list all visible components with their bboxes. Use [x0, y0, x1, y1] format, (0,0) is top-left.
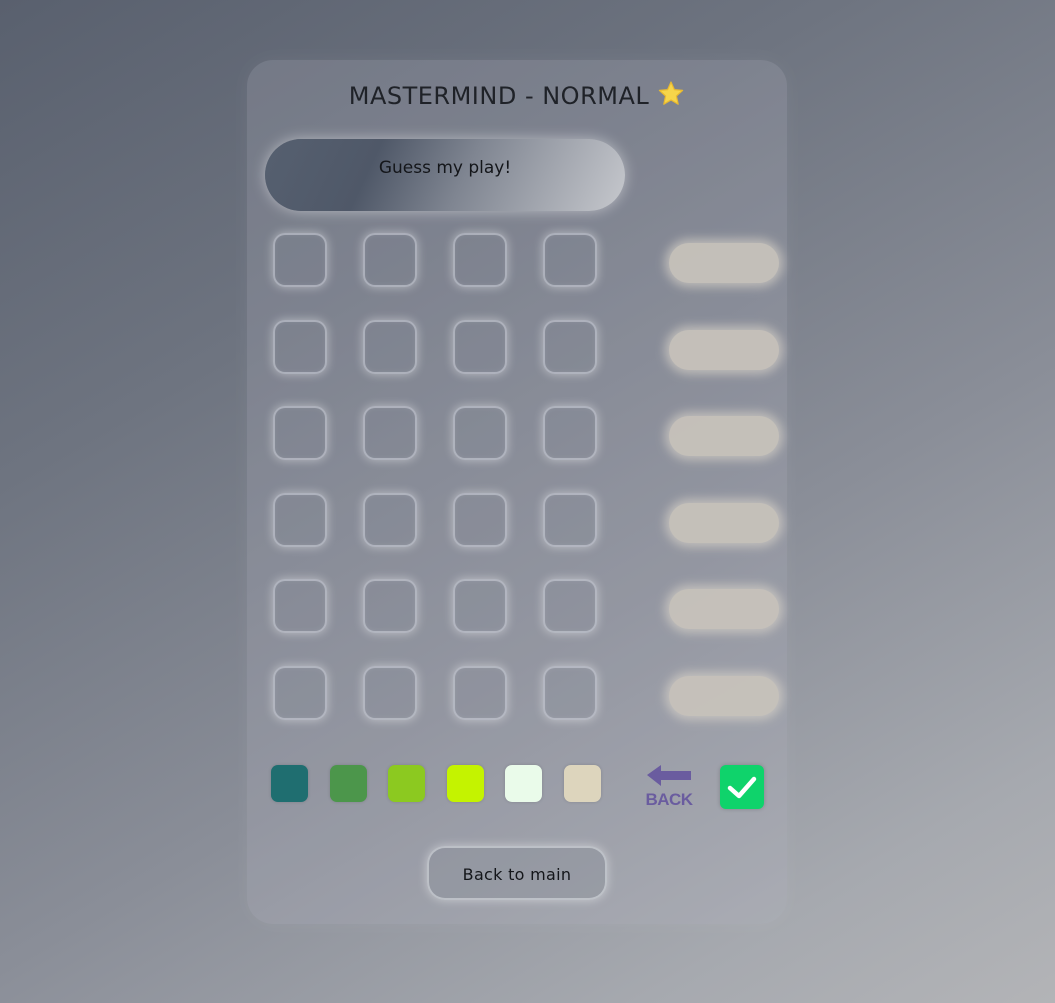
- guess-slot[interactable]: [273, 406, 327, 460]
- confirm-button[interactable]: [720, 765, 764, 809]
- game-panel: MASTERMIND - NORMAL Guess my play! BACK …: [247, 60, 787, 924]
- guess-slot[interactable]: [273, 493, 327, 547]
- color-swatch[interactable]: [271, 765, 308, 802]
- checkmark-icon: [727, 776, 757, 799]
- guess-slot[interactable]: [453, 320, 507, 374]
- guess-slot[interactable]: [363, 579, 417, 633]
- guess-slot[interactable]: [453, 493, 507, 547]
- message-text: Guess my play!: [378, 158, 512, 178]
- guess-slot[interactable]: [543, 579, 597, 633]
- back-key-label: BACK: [645, 790, 693, 809]
- back-to-main-button[interactable]: Back to main: [427, 846, 607, 900]
- guess-slot[interactable]: [543, 233, 597, 287]
- guess-slot[interactable]: [363, 406, 417, 460]
- feedback-indicator: [669, 416, 779, 456]
- feedback-indicator: [669, 503, 779, 543]
- guess-slot[interactable]: [453, 233, 507, 287]
- guess-slot[interactable]: [363, 233, 417, 287]
- guess-slot[interactable]: [543, 666, 597, 720]
- color-swatch[interactable]: [330, 765, 367, 802]
- guess-slot[interactable]: [273, 666, 327, 720]
- star-icon: [657, 80, 685, 108]
- title-text: MASTERMIND - NORMAL: [348, 82, 650, 110]
- back-key[interactable]: BACK: [645, 764, 693, 812]
- guess-slot[interactable]: [453, 666, 507, 720]
- color-swatch[interactable]: [447, 765, 484, 802]
- guess-slot[interactable]: [543, 493, 597, 547]
- arrow-left-icon: [647, 765, 691, 786]
- feedback-indicator: [669, 243, 779, 283]
- guess-slot[interactable]: [453, 406, 507, 460]
- guess-slot[interactable]: [273, 579, 327, 633]
- guess-slot[interactable]: [363, 666, 417, 720]
- feedback-indicator: [669, 330, 779, 370]
- feedback-indicator: [669, 589, 779, 629]
- guess-slot[interactable]: [543, 320, 597, 374]
- guess-slot[interactable]: [363, 320, 417, 374]
- color-swatch[interactable]: [505, 765, 542, 802]
- feedback-indicator: [669, 676, 779, 716]
- guess-slot[interactable]: [363, 493, 417, 547]
- guess-slot[interactable]: [453, 579, 507, 633]
- back-to-main-label: Back to main: [462, 865, 572, 884]
- message-banner: Guess my play!: [265, 139, 625, 211]
- color-swatch[interactable]: [388, 765, 425, 802]
- guess-slot[interactable]: [273, 320, 327, 374]
- guess-slot[interactable]: [543, 406, 597, 460]
- page-title: MASTERMIND - NORMAL: [247, 80, 787, 112]
- color-swatch[interactable]: [564, 765, 601, 802]
- guess-slot[interactable]: [273, 233, 327, 287]
